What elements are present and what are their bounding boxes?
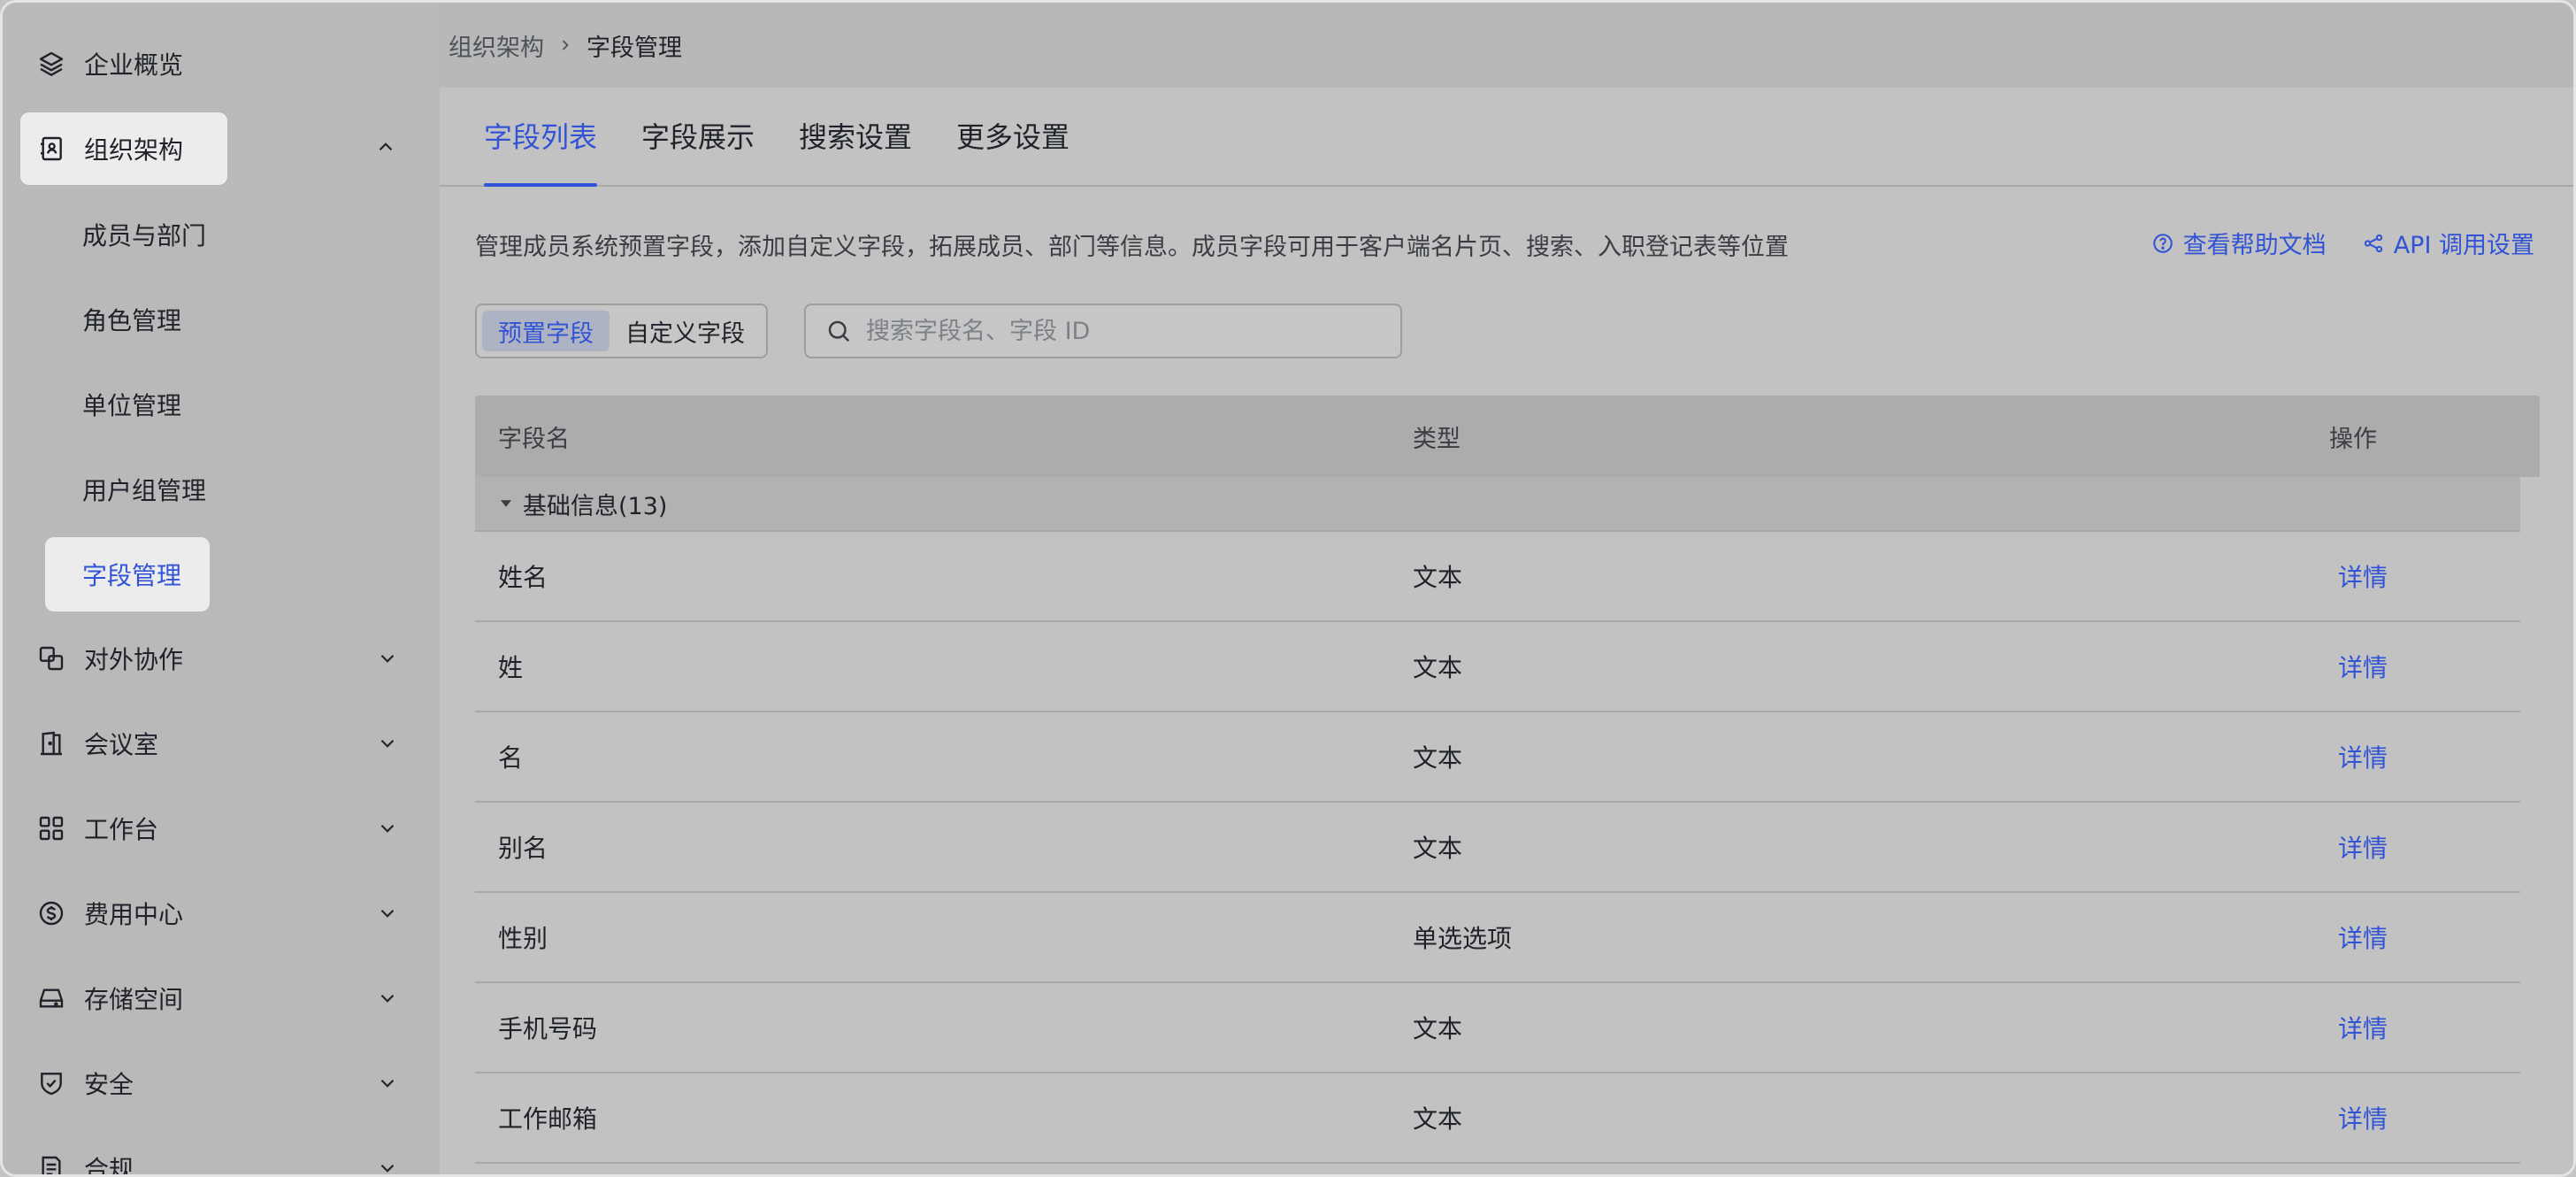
layers-icon — [36, 49, 66, 79]
sidebar-item-label: 工作台 — [84, 815, 159, 844]
header-field-name: 字段名 — [498, 425, 570, 453]
cell-field-name: 工作邮箱 — [498, 1104, 598, 1134]
sidebar-subitem-user-groups[interactable]: 用户组管理 — [45, 452, 211, 527]
sidebar-subitem-fields[interactable]: 字段管理 — [45, 537, 210, 612]
custom-fields-button[interactable]: 自定义字段 — [610, 311, 761, 351]
sidebar-item-label: 组织架构 — [84, 135, 184, 165]
details-link[interactable]: 详情 — [2338, 829, 2388, 865]
cell-field-name: 姓 — [498, 653, 524, 682]
sidebar-item-label: 安全 — [84, 1070, 134, 1099]
sidebar-item-external[interactable]: 对外协作 — [20, 622, 410, 695]
breadcrumb-current: 字段管理 — [586, 34, 682, 62]
tab-field-display[interactable]: 字段展示 — [641, 86, 755, 185]
sidebar-item-label: 企业概览 — [84, 50, 184, 80]
search-icon — [825, 318, 852, 344]
table-row: 性别 单选选项 详情 — [475, 893, 2520, 983]
document-icon — [36, 1153, 66, 1174]
page-description: 管理成员系统预置字段，添加自定义字段，拓展成员、部门等信息。成员字段可用于客户端… — [475, 234, 1789, 261]
sidebar-item-meeting-room[interactable]: 会议室 — [20, 707, 410, 780]
sidebar-subitem-roles[interactable]: 角色管理 — [45, 282, 211, 357]
chevron-down-icon — [374, 815, 401, 842]
cell-field-name: 姓名 — [498, 563, 548, 592]
chevron-down-icon — [374, 1070, 401, 1096]
help-docs-link[interactable]: 查看帮助文档 — [2151, 226, 2327, 260]
cell-field-name: 性别 — [498, 924, 548, 953]
cell-type: 文本 — [1413, 1104, 1463, 1134]
sidebar-item-label: 对外协作 — [84, 645, 184, 674]
sidebar-subitem-members[interactable]: 成员与部门 — [45, 197, 211, 272]
sidebar-item-label: 费用中心 — [84, 900, 184, 929]
table-row: 手机号码 文本 详情 — [475, 983, 2520, 1073]
cell-type: 文本 — [1413, 1014, 1463, 1043]
app-window: 企业概览 组织架构 成员与部门 角色管理 单位管理 用户组管理 字段管理 对外协… — [0, 0, 2576, 1177]
sidebar-item-overview[interactable]: 企业概览 — [20, 27, 183, 100]
tab-search-settings[interactable]: 搜索设置 — [799, 86, 912, 185]
breadcrumb-parent[interactable]: 组织架构 — [448, 28, 544, 63]
api-settings-link[interactable]: API 调用设置 — [2362, 226, 2534, 260]
table-row: 工作邮箱 文本 详情 — [475, 1073, 2520, 1164]
sidebar-item-org[interactable]: 组织架构 — [20, 112, 227, 185]
tab-more-settings[interactable]: 更多设置 — [956, 86, 1070, 185]
sidebar-item-label: 合规 — [84, 1155, 134, 1177]
chevron-down-icon — [374, 900, 401, 927]
sidebar-item-billing[interactable]: 费用中心 — [20, 877, 410, 950]
cell-field-name: 名 — [498, 743, 524, 773]
preset-fields-button[interactable]: 预置字段 — [482, 311, 610, 351]
fields-table: 字段名 类型 操作 基础信息(13) 姓名 文本 详情 姓 文本 详情 名 文本… — [475, 396, 2540, 1164]
chevron-right-icon — [556, 36, 574, 54]
sidebar-subitem-units[interactable]: 单位管理 — [45, 367, 211, 442]
table-row: 姓名 文本 详情 — [475, 532, 2520, 622]
cell-type: 单选选项 — [1413, 924, 1513, 953]
chevron-down-icon — [374, 645, 401, 672]
cell-type: 文本 — [1413, 834, 1463, 863]
sidebar-item-label: 存储空间 — [84, 985, 184, 1014]
breadcrumb: 组织架构 字段管理 — [440, 3, 2573, 88]
sidebar: 企业概览 组织架构 成员与部门 角色管理 单位管理 用户组管理 字段管理 对外协… — [3, 3, 440, 1177]
table-row: 名 文本 详情 — [475, 712, 2520, 803]
details-link[interactable]: 详情 — [2338, 919, 2388, 955]
cell-field-name: 别名 — [498, 834, 548, 863]
share-nodes-icon — [2362, 232, 2385, 255]
link-square-icon — [36, 643, 66, 673]
help-links: 查看帮助文档 API 调用设置 — [2151, 226, 2534, 260]
sidebar-item-security[interactable]: 安全 — [20, 1047, 410, 1119]
chevron-up-icon[interactable] — [374, 135, 401, 162]
table-row: 姓 文本 详情 — [475, 622, 2520, 712]
drive-icon — [36, 983, 66, 1013]
main-content: 组织架构 字段管理 字段列表 字段展示 搜索设置 更多设置 管理成员系统预置字段… — [440, 3, 2573, 1174]
details-link[interactable]: 详情 — [2338, 558, 2388, 594]
shield-icon — [36, 1068, 66, 1098]
chevron-down-icon — [374, 730, 401, 757]
details-link[interactable]: 详情 — [2338, 1100, 2388, 1135]
header-operation: 操作 — [2329, 425, 2377, 453]
sidebar-item-storage[interactable]: 存储空间 — [20, 962, 410, 1035]
tab-bar: 字段列表 字段展示 搜索设置 更多设置 — [440, 86, 2573, 187]
tab-field-list[interactable]: 字段列表 — [484, 86, 598, 187]
search-input[interactable] — [866, 317, 1361, 345]
search-box — [804, 304, 1402, 358]
sidebar-item-compliance[interactable]: 合规 — [20, 1132, 410, 1177]
details-link[interactable]: 详情 — [2338, 739, 2388, 774]
field-type-segmented-control: 预置字段 自定义字段 — [475, 304, 768, 358]
table-header: 字段名 类型 操作 — [475, 396, 2540, 477]
sidebar-item-workplace[interactable]: 工作台 — [20, 792, 410, 865]
details-link[interactable]: 详情 — [2338, 649, 2388, 684]
cell-field-name: 手机号码 — [498, 1014, 598, 1043]
dollar-icon — [36, 898, 66, 928]
question-circle-icon — [2151, 232, 2174, 255]
group-row-basic-info[interactable]: 基础信息(13) — [475, 477, 2520, 532]
cell-type: 文本 — [1413, 563, 1463, 592]
door-icon — [36, 728, 66, 758]
details-link[interactable]: 详情 — [2338, 1010, 2388, 1045]
chevron-down-icon — [374, 1155, 401, 1174]
contacts-icon — [36, 134, 66, 164]
cell-type: 文本 — [1413, 653, 1463, 682]
table-row: 别名 文本 详情 — [475, 803, 2520, 893]
header-type: 类型 — [1413, 425, 1460, 453]
cell-type: 文本 — [1413, 743, 1463, 773]
grid-icon — [36, 813, 66, 843]
chevron-down-icon — [374, 985, 401, 1012]
caret-down-icon — [498, 496, 514, 512]
sidebar-item-label: 会议室 — [84, 730, 159, 759]
